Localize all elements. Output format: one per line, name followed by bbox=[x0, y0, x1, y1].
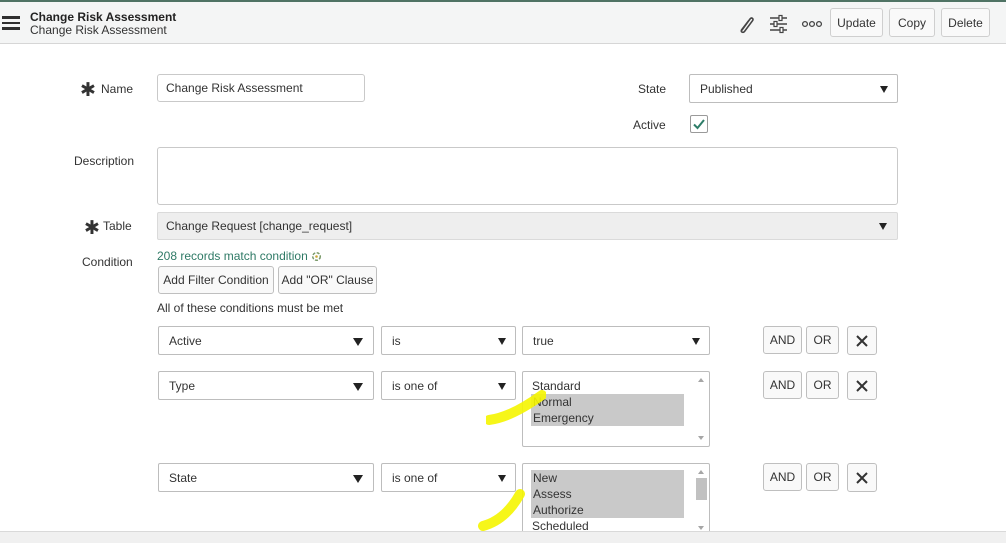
condition-operator-value: is one of bbox=[392, 470, 438, 485]
condition-field-select[interactable]: Type bbox=[158, 371, 374, 400]
remove-condition-button[interactable] bbox=[847, 463, 877, 492]
state-multiselect-listbox[interactable]: New Assess Authorize Scheduled bbox=[522, 463, 710, 533]
paperclip-icon[interactable] bbox=[734, 14, 756, 34]
dropdown-arrow-icon bbox=[498, 474, 506, 482]
scroll-up-arrow-icon[interactable] bbox=[698, 470, 704, 474]
remove-condition-button[interactable] bbox=[847, 371, 877, 400]
remove-condition-button[interactable] bbox=[847, 326, 877, 355]
condition-label: Condition bbox=[82, 255, 133, 269]
state-select[interactable]: Published bbox=[689, 74, 898, 103]
record-title: Change Risk Assessment bbox=[30, 10, 177, 24]
form-header: Change Risk Assessment Change Risk Asses… bbox=[0, 2, 1006, 44]
records-match-text: 208 records match condition bbox=[157, 249, 308, 263]
close-icon bbox=[856, 334, 868, 347]
dropdown-arrow-icon bbox=[880, 85, 888, 93]
add-or-clause-button[interactable]: Add "OR" Clause bbox=[278, 266, 377, 294]
listbox-option-selected[interactable]: Normal bbox=[531, 394, 684, 410]
required-asterisk-icon: ✱ bbox=[84, 218, 100, 239]
listbox-option[interactable]: Standard bbox=[523, 378, 684, 394]
condition-or-button[interactable]: OR bbox=[806, 326, 839, 354]
dropdown-arrow-icon bbox=[353, 337, 363, 346]
condition-field-value: Active bbox=[169, 333, 202, 348]
scrollbar-thumb[interactable] bbox=[696, 478, 707, 500]
highlighter-mark bbox=[478, 489, 525, 531]
condition-field-select[interactable]: State bbox=[158, 463, 374, 492]
condition-operator-select[interactable]: is bbox=[381, 326, 516, 355]
condition-field-value: Type bbox=[169, 378, 196, 393]
condition-value-select[interactable]: true bbox=[522, 326, 710, 355]
scroll-down-arrow-icon[interactable] bbox=[698, 526, 704, 530]
condition-field-value: State bbox=[169, 470, 198, 485]
condition-and-button[interactable]: AND bbox=[763, 326, 802, 354]
listbox-option-selected[interactable]: Emergency bbox=[531, 410, 684, 426]
state-select-value: Published bbox=[700, 81, 753, 96]
state-label: State bbox=[638, 82, 667, 96]
highlighter-mark bbox=[486, 390, 546, 425]
active-checkbox[interactable] bbox=[690, 115, 708, 133]
condition-and-button[interactable]: AND bbox=[763, 371, 802, 399]
listbox-option-selected[interactable]: Assess bbox=[531, 486, 684, 502]
record-subtitle: Change Risk Assessment bbox=[30, 23, 167, 37]
conditions-heading: All of these conditions must be met bbox=[157, 301, 344, 315]
table-select-value: Change Request [change_request] bbox=[166, 219, 353, 233]
delete-button[interactable]: Delete bbox=[941, 8, 990, 37]
copy-button[interactable]: Copy bbox=[889, 8, 935, 37]
update-button[interactable]: Update bbox=[830, 8, 883, 37]
scroll-down-arrow-icon[interactable] bbox=[698, 436, 704, 440]
type-multiselect-listbox[interactable]: Standard Normal Emergency bbox=[522, 371, 710, 447]
refresh-icon[interactable] bbox=[311, 251, 322, 262]
close-icon bbox=[856, 379, 868, 392]
dropdown-arrow-icon bbox=[879, 223, 887, 230]
settings-sliders-icon[interactable] bbox=[768, 14, 790, 34]
condition-and-button[interactable]: AND bbox=[763, 463, 802, 491]
table-select[interactable]: Change Request [change_request] bbox=[157, 212, 898, 240]
name-input[interactable]: Change Risk Assessment bbox=[157, 74, 365, 102]
more-options-icon[interactable] bbox=[801, 14, 823, 34]
description-textarea[interactable] bbox=[157, 147, 898, 205]
dropdown-arrow-icon bbox=[353, 382, 363, 391]
hamburger-menu-icon[interactable] bbox=[2, 16, 20, 30]
listbox-option-selected[interactable]: New bbox=[531, 470, 684, 486]
dropdown-arrow-icon bbox=[353, 474, 363, 483]
name-label: Name bbox=[101, 82, 134, 96]
dropdown-arrow-icon bbox=[498, 382, 506, 390]
condition-field-select[interactable]: Active bbox=[158, 326, 374, 355]
condition-value-text: true bbox=[533, 333, 554, 348]
records-match-link[interactable]: 208 records match condition bbox=[157, 249, 322, 263]
condition-operator-value: is one of bbox=[392, 378, 438, 393]
table-label: Table bbox=[103, 219, 132, 233]
active-label: Active bbox=[633, 118, 666, 132]
add-filter-condition-button[interactable]: Add Filter Condition bbox=[158, 266, 274, 294]
condition-or-button[interactable]: OR bbox=[806, 463, 839, 491]
scroll-up-arrow-icon[interactable] bbox=[698, 378, 704, 382]
condition-operator-value: is bbox=[392, 333, 401, 348]
dropdown-arrow-icon bbox=[692, 337, 700, 345]
close-icon bbox=[856, 471, 868, 484]
checkmark-icon bbox=[693, 119, 705, 130]
required-asterisk-icon: ✱ bbox=[80, 80, 96, 101]
description-label: Description bbox=[74, 154, 135, 168]
bottom-scrollbar[interactable] bbox=[0, 531, 1006, 543]
condition-or-button[interactable]: OR bbox=[806, 371, 839, 399]
listbox-option-selected[interactable]: Authorize bbox=[531, 502, 684, 518]
dropdown-arrow-icon bbox=[498, 337, 506, 345]
